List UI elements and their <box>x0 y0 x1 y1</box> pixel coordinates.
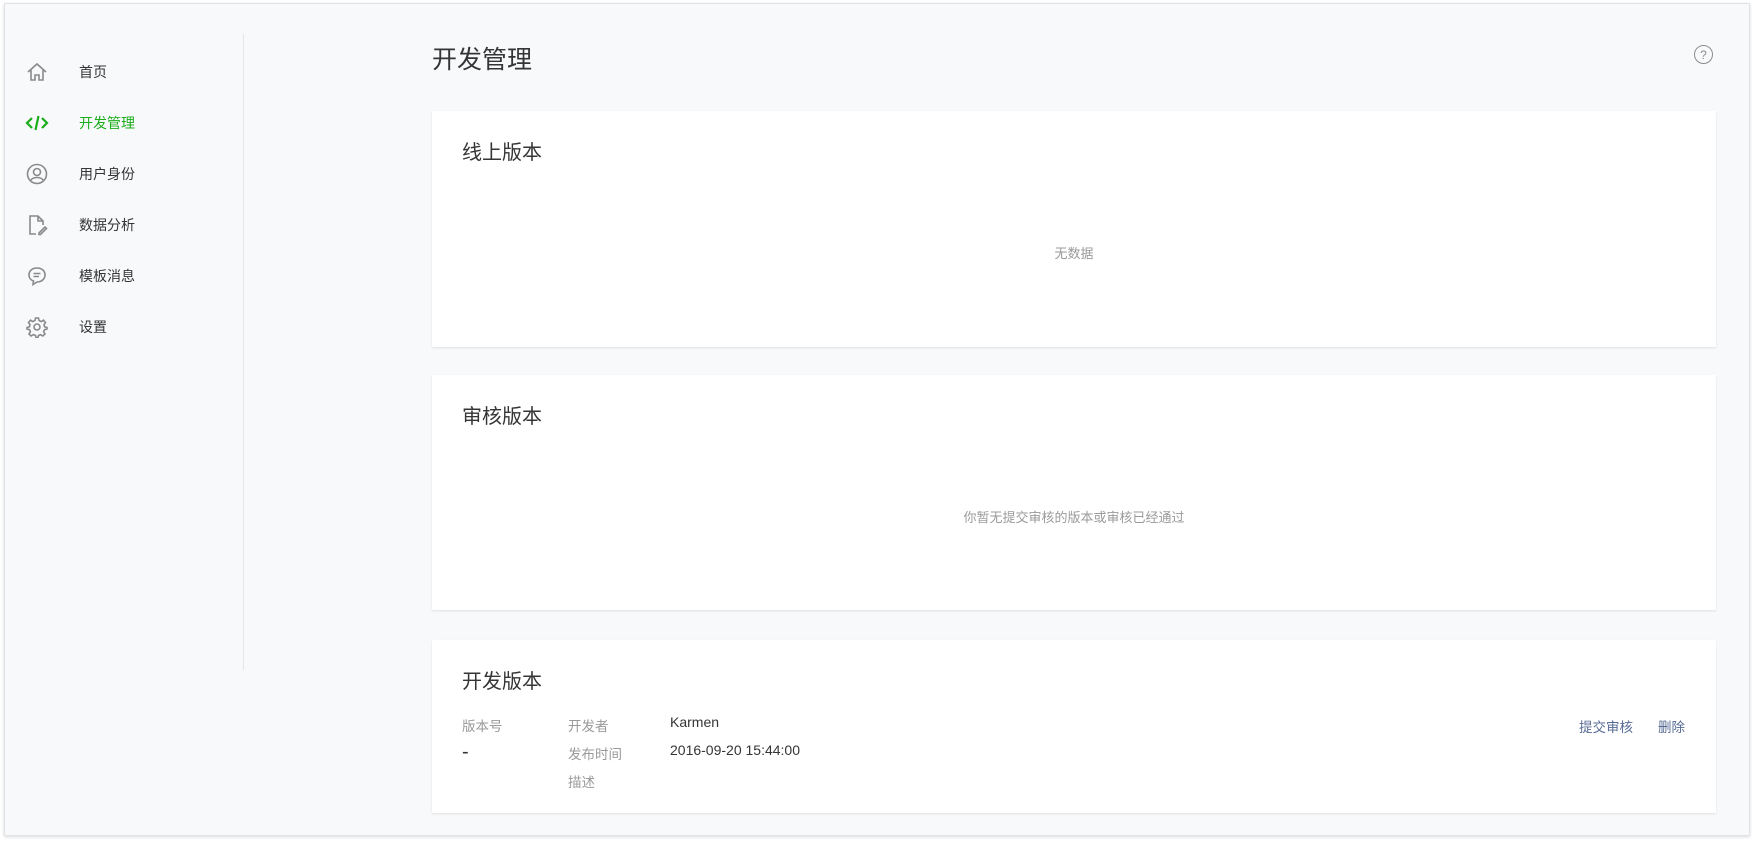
card-title: 审核版本 <box>462 406 542 428</box>
sidebar: 首页 开发管理 用户身份 数据分析 模板消息 设置 <box>5 34 244 670</box>
sidebar-item-label: 设置 <box>79 319 107 335</box>
publish-time-value: 2016-09-20 15:44:00 <box>670 742 800 758</box>
card-title: 线上版本 <box>462 142 542 164</box>
home-icon <box>25 60 49 84</box>
code-icon <box>25 111 49 135</box>
sidebar-item-label: 首页 <box>79 64 107 80</box>
sidebar-item-label: 模板消息 <box>79 268 135 284</box>
sidebar-item-label: 用户身份 <box>79 166 135 182</box>
developer-label: 开发者 <box>568 719 609 734</box>
help-icon[interactable]: ? <box>1694 45 1713 64</box>
delete-link[interactable]: 删除 <box>1658 716 1685 736</box>
submit-review-link[interactable]: 提交审核 <box>1579 716 1633 736</box>
sidebar-item-home[interactable]: 首页 <box>5 52 243 92</box>
chat-icon <box>25 264 49 288</box>
sidebar-item-label: 开发管理 <box>79 115 135 131</box>
card-title: 开发版本 <box>462 671 542 693</box>
empty-state-text: 你暂无提交审核的版本或审核已经通过 <box>963 510 1185 525</box>
user-icon <box>25 162 49 186</box>
sidebar-item-dev-management[interactable]: 开发管理 <box>5 103 243 143</box>
developer-value: Karmen <box>670 714 720 730</box>
publish-time-label: 发布时间 <box>568 747 622 762</box>
empty-state-text: 无数据 <box>1054 246 1094 261</box>
sidebar-item-data-analysis[interactable]: 数据分析 <box>5 205 243 245</box>
sidebar-item-user-identity[interactable]: 用户身份 <box>5 154 243 194</box>
page-title: 开发管理 <box>432 46 533 74</box>
version-label: 版本号 <box>462 719 503 734</box>
description-label: 描述 <box>568 775 595 790</box>
app-window: 首页 开发管理 用户身份 数据分析 模板消息 设置 开发管理 ? 线上版本 无数… <box>4 3 1750 836</box>
document-edit-icon <box>25 213 49 237</box>
gear-icon <box>25 315 49 339</box>
sidebar-item-template-message[interactable]: 模板消息 <box>5 256 243 296</box>
version-value: - <box>462 741 469 763</box>
sidebar-item-label: 数据分析 <box>79 217 135 233</box>
review-version-card: 审核版本 你暂无提交审核的版本或审核已经通过 <box>432 375 1716 610</box>
online-version-card: 线上版本 无数据 <box>432 111 1716 347</box>
dev-version-card: 开发版本 版本号 - 开发者 Karmen 发布时间 2016-09-20 15… <box>432 640 1716 813</box>
sidebar-item-settings[interactable]: 设置 <box>5 307 243 347</box>
